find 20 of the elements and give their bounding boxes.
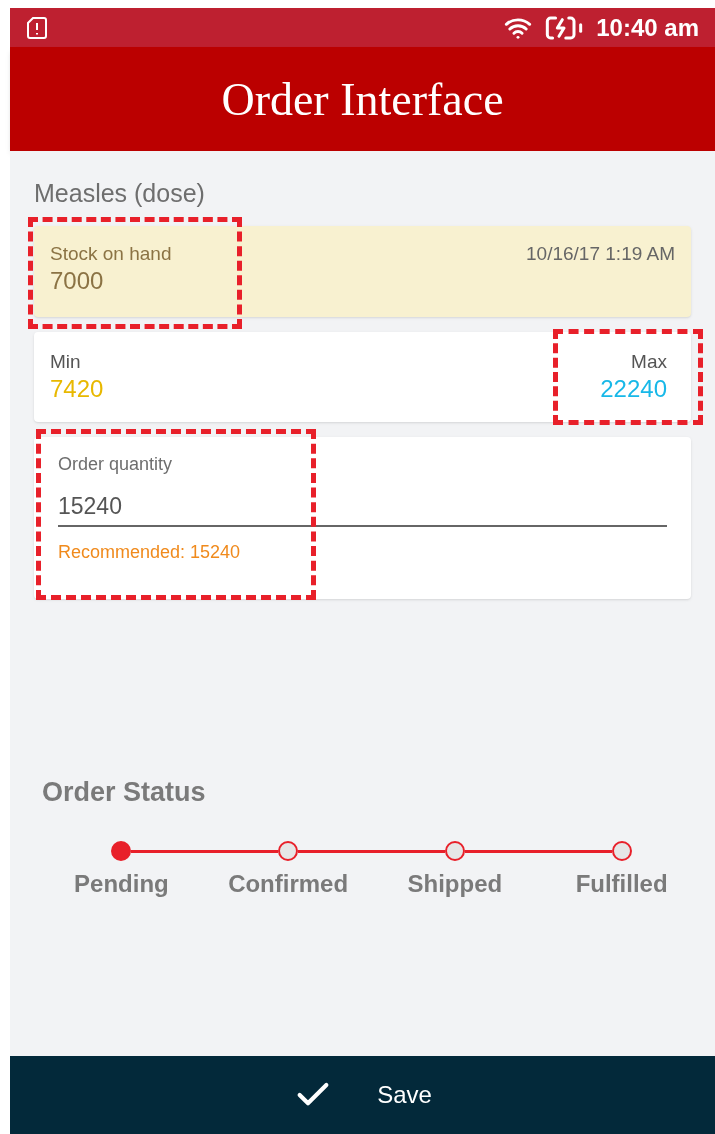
- stock-value: 7000: [50, 269, 105, 293]
- order-status-title: Order Status: [42, 779, 207, 806]
- save-button[interactable]: Save: [10, 1056, 715, 1134]
- min-value: 7420: [50, 377, 104, 401]
- max-value: 22240: [600, 377, 667, 401]
- alert-icon: [26, 15, 48, 40]
- step-label: Pending: [74, 872, 169, 896]
- step-label: Fulfilled: [575, 872, 668, 896]
- stock-timestamp: 10/16/17 1:19 AM: [526, 244, 675, 266]
- header-title: Order Interface: [221, 72, 504, 127]
- product-name: Measles (dose): [34, 181, 206, 206]
- min-label: Min: [50, 352, 82, 371]
- step-label: Shipped: [407, 872, 503, 896]
- clock-time: 10:40 am: [596, 12, 699, 43]
- order-quantity-label: Order quantity: [58, 455, 174, 473]
- recommended-quantity: Recommended: 15240: [58, 543, 242, 561]
- order-quantity-field[interactable]: 15240: [58, 487, 667, 527]
- step-label: Confirmed: [228, 872, 349, 896]
- max-label: Max: [631, 352, 667, 371]
- stock-label: Stock on hand: [50, 244, 172, 263]
